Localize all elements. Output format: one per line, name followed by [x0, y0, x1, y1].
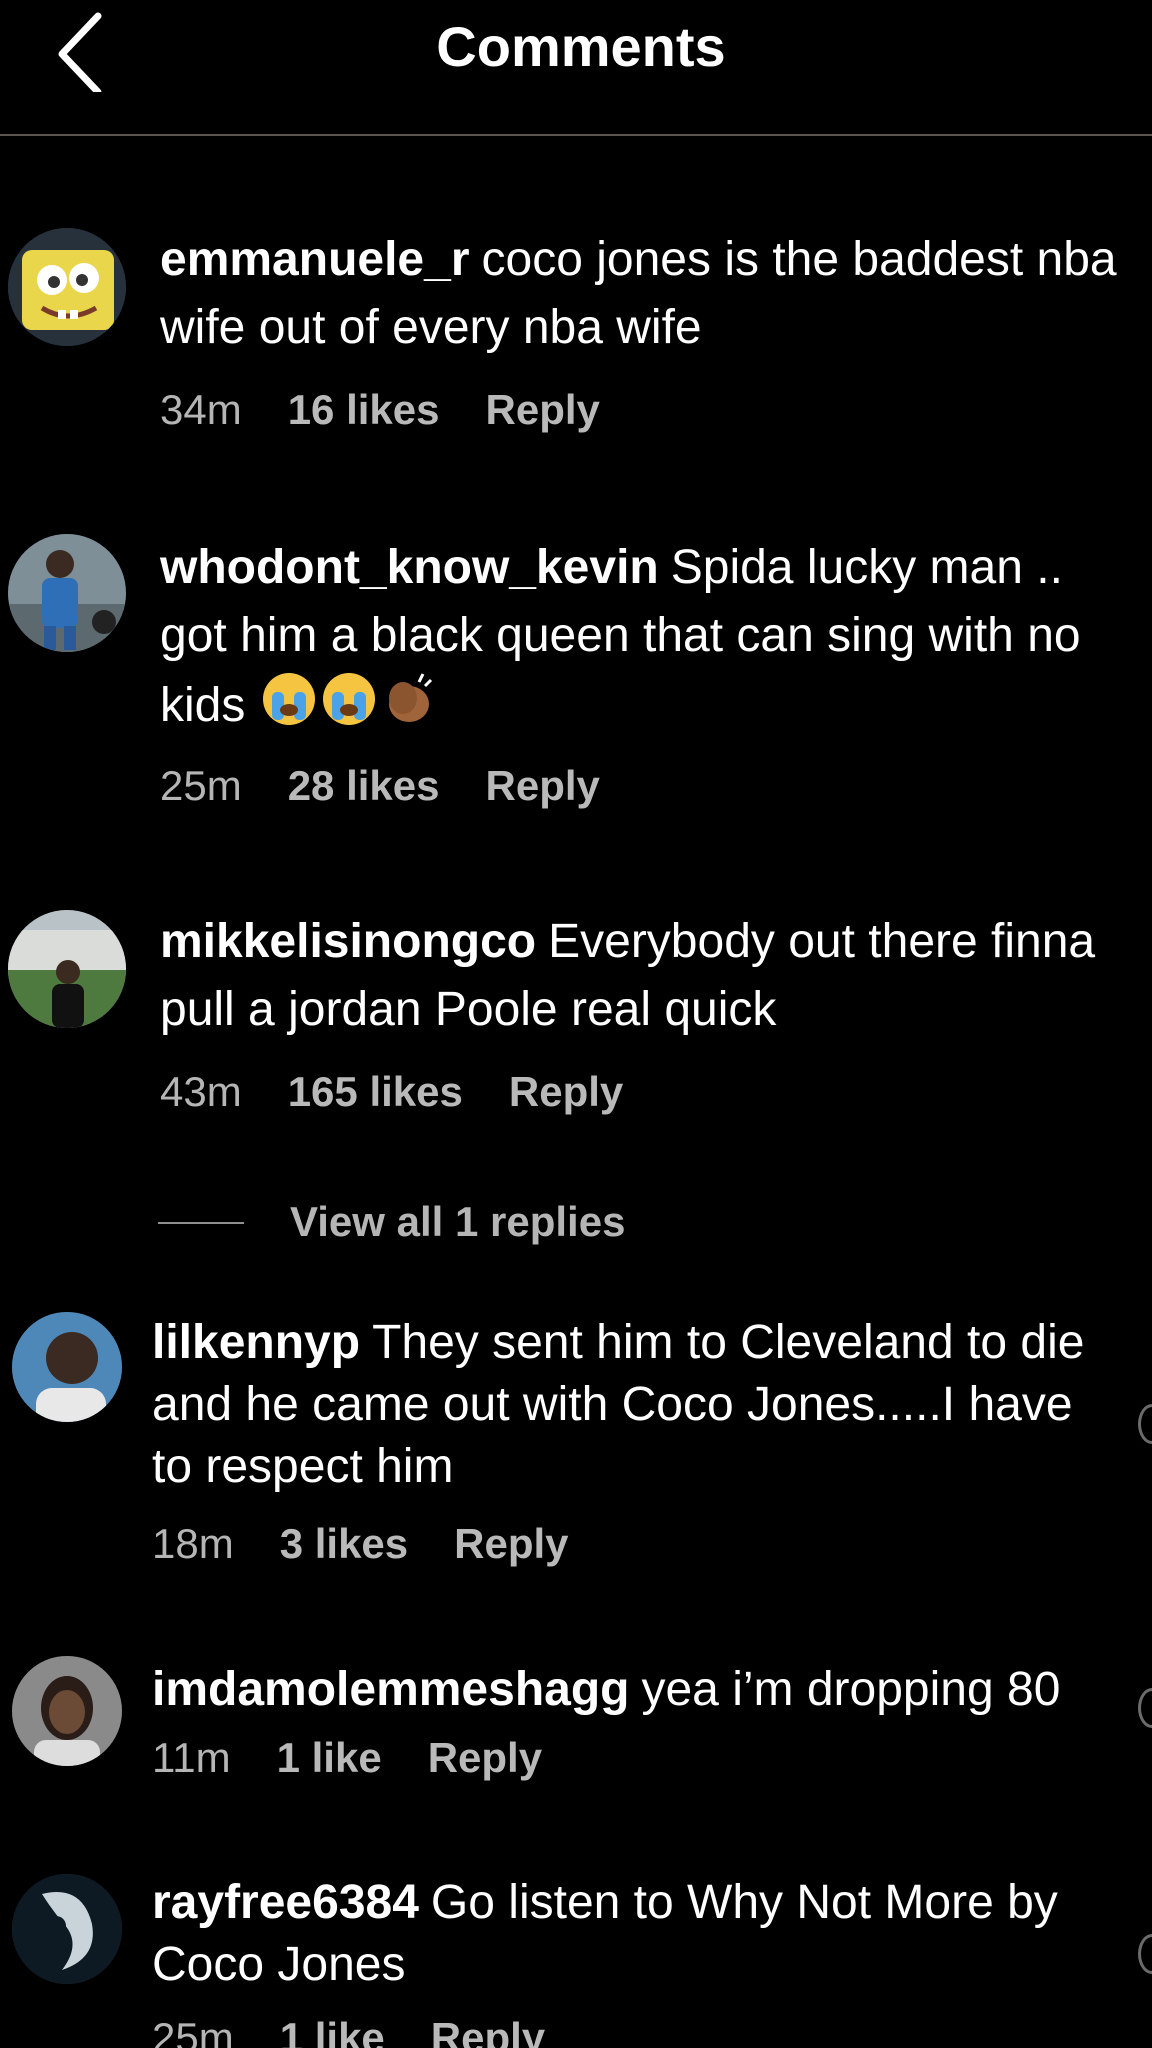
heart-icon[interactable] — [1138, 1934, 1152, 1974]
crying-face-emoji — [319, 670, 379, 747]
page-title: Comments — [436, 15, 726, 78]
view-replies-divider — [158, 1222, 244, 1224]
comment-text: whodont_know_kevin Spida lucky man .. got… — [160, 534, 1120, 747]
comment-username[interactable]: emmanuele_r — [160, 233, 470, 286]
avatar[interactable] — [12, 1874, 122, 1984]
avatar[interactable] — [8, 228, 126, 346]
reply-button[interactable]: Reply — [486, 386, 600, 434]
avatar[interactable] — [8, 534, 126, 652]
comment-meta: 25m 28 likes Reply — [160, 762, 646, 810]
reply-button[interactable]: Reply — [509, 1068, 623, 1116]
header: Comments — [0, 0, 1152, 136]
comments-screen: Comments emmanuele_r coco jones is the ba… — [0, 0, 1152, 2048]
avatar[interactable] — [8, 910, 126, 1028]
comment-likes[interactable]: 16 likes — [288, 386, 440, 434]
comment-meta: 25m 1 like Reply — [152, 2014, 591, 2048]
view-replies-button[interactable]: View all 1 replies — [290, 1198, 625, 1246]
comment-likes[interactable]: 1 like — [280, 2014, 385, 2048]
comment-username[interactable]: mikkelisinongco — [160, 915, 536, 968]
comment-meta: 18m 3 likes Reply — [152, 1520, 615, 1568]
comment-time: 11m — [152, 1734, 231, 1781]
reply-button[interactable]: Reply — [486, 762, 600, 810]
comment-username[interactable]: lilkennyp — [152, 1316, 360, 1369]
comment-likes[interactable]: 28 likes — [288, 762, 440, 810]
comment-time: 43m — [160, 1068, 242, 1115]
comment-text: rayfree6384 Go listen to Why Not More by … — [152, 1872, 1092, 1996]
comment-time: 25m — [152, 2014, 234, 2048]
comment-time: 18m — [152, 1520, 234, 1567]
comment-likes[interactable]: 165 likes — [288, 1068, 463, 1116]
comment-text: lilkennyp They sent him to Cleveland to d… — [152, 1312, 1092, 1498]
comment-text: imdamolemmeshagg yea i’m dropping 80 — [152, 1656, 1092, 1724]
comment-time: 34m — [160, 386, 242, 433]
comment-text: emmanuele_r coco jones is the baddest nba… — [160, 226, 1120, 362]
comment-meta: 43m 165 likes Reply — [160, 1068, 669, 1116]
comment-time: 25m — [160, 762, 242, 809]
reply-button[interactable]: Reply — [454, 1520, 568, 1568]
comment-meta: 11m 1 like Reply — [152, 1734, 588, 1782]
comment-likes[interactable]: 3 likes — [280, 1520, 408, 1568]
avatar[interactable] — [12, 1656, 122, 1766]
comment-username[interactable]: imdamolemmeshagg — [152, 1663, 629, 1716]
clapping-hands-emoji — [379, 670, 437, 747]
comment-likes[interactable]: 1 like — [277, 1734, 382, 1782]
comment-text: mikkelisinongco Everybody out there finna… — [160, 908, 1152, 1044]
reply-button[interactable]: Reply — [431, 2014, 545, 2048]
heart-icon[interactable] — [1138, 1404, 1152, 1444]
comment-username[interactable]: whodont_know_kevin — [160, 541, 659, 594]
avatar[interactable] — [12, 1312, 122, 1422]
crying-face-emoji — [259, 670, 319, 747]
comment-username[interactable]: rayfree6384 — [152, 1876, 419, 1929]
comment-message: yea i’m dropping 80 — [641, 1663, 1061, 1716]
heart-icon[interactable] — [1138, 1688, 1152, 1728]
comment-meta: 34m 16 likes Reply — [160, 386, 646, 434]
reply-button[interactable]: Reply — [428, 1734, 542, 1782]
